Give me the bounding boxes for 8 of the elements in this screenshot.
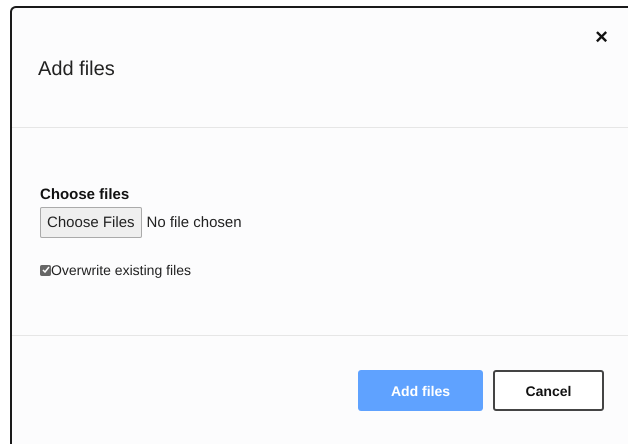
checkbox-label: Overwrite existing files bbox=[51, 262, 192, 278]
file-status: No file chosen bbox=[146, 214, 242, 231]
checkbox[interactable] bbox=[40, 264, 51, 276]
close-button[interactable]: × bbox=[595, 26, 608, 48]
dialog-title: Add files bbox=[38, 58, 116, 81]
field-label: Choose files bbox=[40, 186, 130, 203]
cancel-button[interactable]: Cancel bbox=[493, 370, 604, 411]
choose-files-button[interactable]: Choose Files bbox=[40, 207, 142, 238]
